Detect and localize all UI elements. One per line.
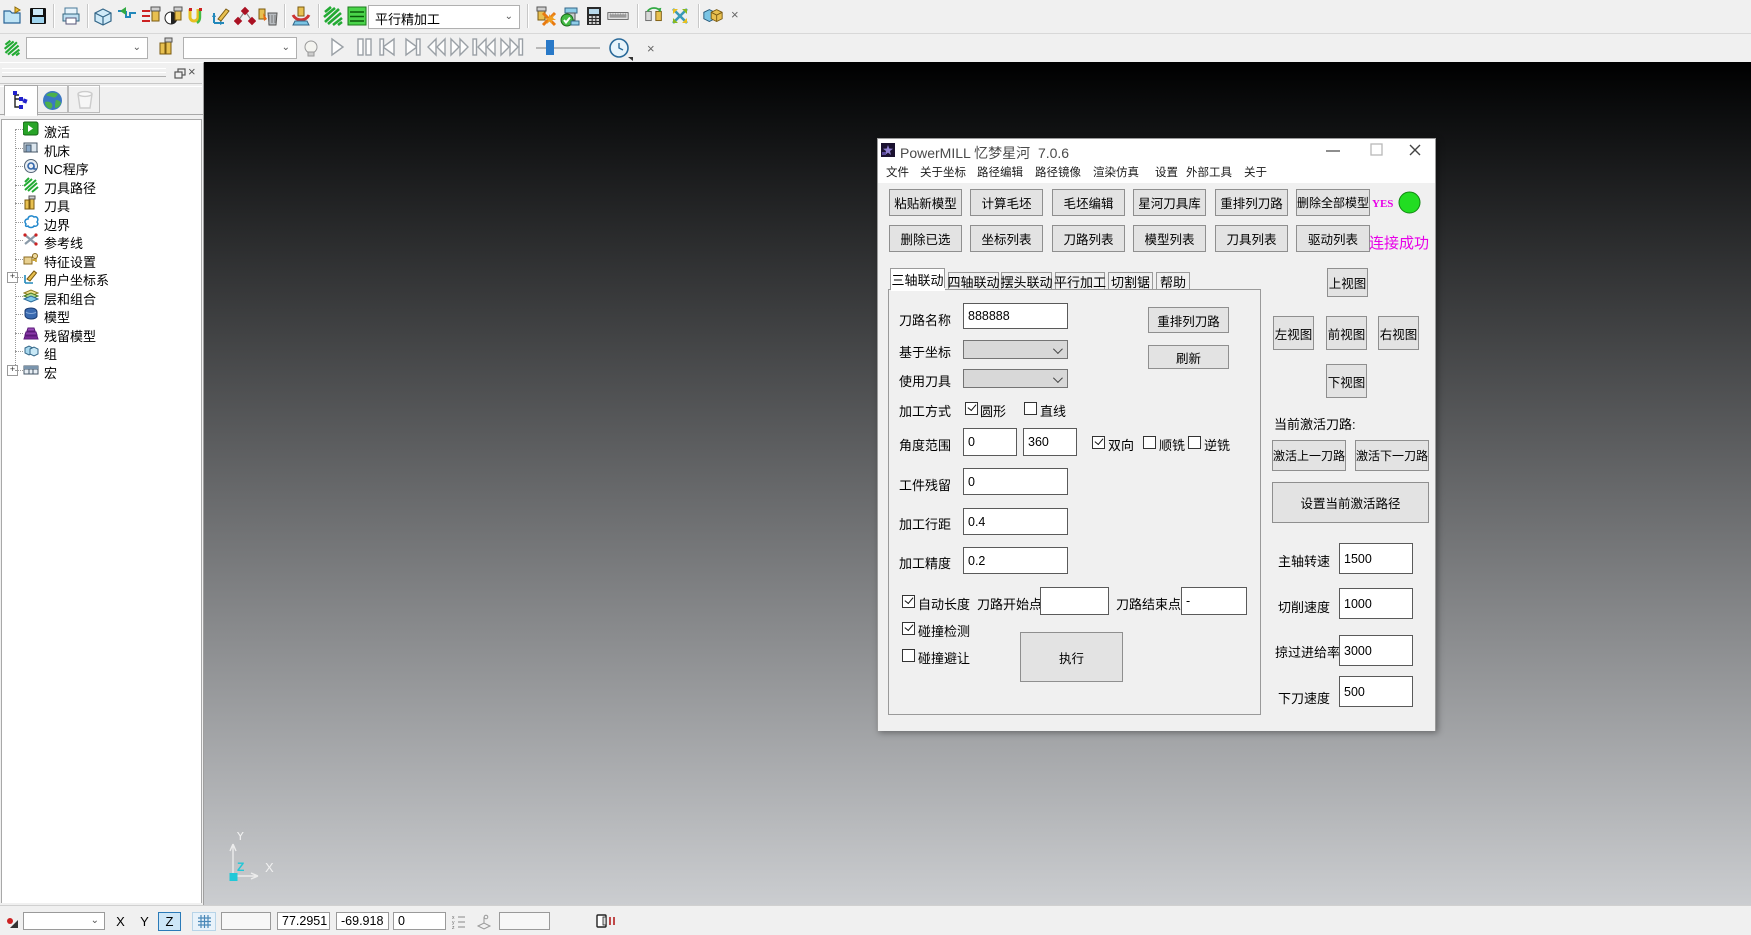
svg-text:z: z [452,925,455,930]
svg-text:X: X [265,860,274,875]
svg-text:Y: Y [236,832,245,843]
svg-text:Z: Z [237,860,244,874]
